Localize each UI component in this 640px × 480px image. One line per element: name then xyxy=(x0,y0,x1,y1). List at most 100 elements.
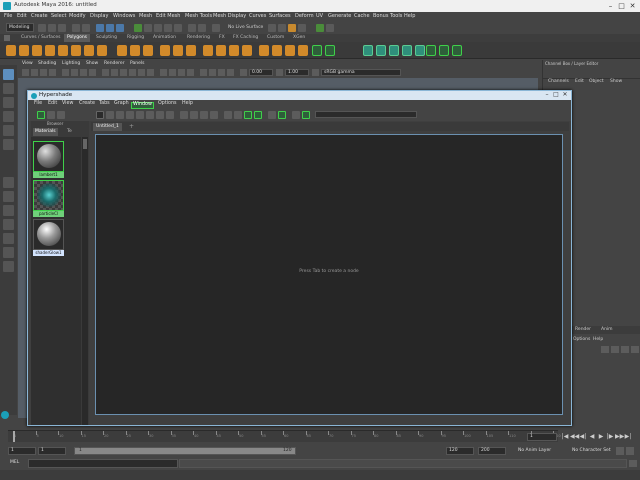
camera-select-icon[interactable] xyxy=(22,69,29,76)
extrude-icon[interactable] xyxy=(216,45,226,56)
script-editor-icon[interactable] xyxy=(629,460,637,467)
tab-curves-surfaces[interactable]: Curves / Surfaces xyxy=(18,34,64,42)
hs-swatch-toggle-icon[interactable] xyxy=(292,111,300,119)
anim-layer-dropdown[interactable]: No Anim Layer xyxy=(518,448,551,454)
hs-snap-grid-icon[interactable] xyxy=(234,111,242,119)
tab-polygons[interactable]: Polygons xyxy=(64,34,91,42)
menu-mesh-tools[interactable]: Mesh Tools xyxy=(185,14,212,19)
viewport-menu-renderer[interactable]: Renderer xyxy=(104,61,125,67)
uv-planar-icon[interactable] xyxy=(363,45,373,56)
shader-glow-swatch[interactable] xyxy=(33,219,64,250)
undo-icon[interactable] xyxy=(72,24,80,32)
insert-edge-loop-icon[interactable] xyxy=(259,45,269,56)
animation-start-field[interactable]: 1 xyxy=(8,447,36,455)
select-tool-icon[interactable] xyxy=(3,69,14,80)
uv-cut-icon[interactable] xyxy=(426,45,436,56)
smooth-icon[interactable] xyxy=(143,45,153,56)
menu-uv[interactable]: UV xyxy=(316,14,323,19)
node-editor-graph[interactable]: Press Tab to create a node xyxy=(95,134,563,415)
tab-fx-caching[interactable]: FX Caching xyxy=(230,34,261,42)
motion-blur-icon[interactable] xyxy=(169,69,176,76)
lights-icon[interactable] xyxy=(138,69,145,76)
rotate-tool-icon[interactable] xyxy=(3,125,14,136)
hs-menu-window[interactable]: Window xyxy=(131,102,154,109)
hs-grid-icon[interactable] xyxy=(224,111,232,119)
go-to-start-button[interactable]: |◀ xyxy=(561,433,569,441)
hs-add-node-icon[interactable] xyxy=(166,111,174,119)
select-object-icon[interactable] xyxy=(106,24,114,32)
four-view-icon[interactable] xyxy=(3,191,14,202)
hs-output-connections-icon[interactable] xyxy=(116,111,124,119)
magnet-icon[interactable] xyxy=(212,24,220,32)
hypershade-close-button[interactable]: ✕ xyxy=(561,91,569,99)
hs-menu-graph[interactable]: Graph xyxy=(114,101,129,107)
select-hierarchy-icon[interactable] xyxy=(96,24,104,32)
maya-home-icon[interactable] xyxy=(1,411,9,419)
playback-start-field[interactable]: 1 xyxy=(38,447,66,455)
shelf-options-icon[interactable] xyxy=(4,35,10,41)
tab-custom[interactable]: Custom xyxy=(264,34,287,42)
poly-torus-icon[interactable] xyxy=(58,45,68,56)
custom-shelf-icon-1[interactable] xyxy=(312,45,322,56)
render-view-icon[interactable] xyxy=(278,24,286,32)
snap-curve-icon[interactable] xyxy=(144,24,152,32)
snap-live-icon[interactable] xyxy=(174,24,182,32)
outliner-layout-icon[interactable] xyxy=(3,247,14,258)
menu-edit-mesh[interactable]: Edit Mesh xyxy=(156,14,180,19)
menu-file[interactable]: File xyxy=(4,14,12,19)
viewport-menu-panels[interactable]: Panels xyxy=(130,61,144,67)
hs-zoom-icon[interactable] xyxy=(268,111,276,119)
tab-channels[interactable]: Channels xyxy=(548,79,569,85)
layer-menu-help[interactable]: Help xyxy=(593,337,603,343)
menu-select[interactable]: Select xyxy=(51,14,66,19)
step-forward-key-button[interactable]: ▶▶ xyxy=(615,433,624,441)
hypershade-title-bar[interactable]: Hypershade – □ ✕ xyxy=(28,91,571,100)
exposure-icon[interactable] xyxy=(240,69,247,76)
uv-editor-icon[interactable] xyxy=(415,45,425,56)
add-tab-icon[interactable]: + xyxy=(129,123,135,130)
persp-graph-icon[interactable] xyxy=(3,219,14,230)
uv-automatic-icon[interactable] xyxy=(402,45,412,56)
boolean-intersection-icon[interactable] xyxy=(186,45,196,56)
poly-cylinder-icon[interactable] xyxy=(32,45,42,56)
play-backward-button[interactable]: ◀ xyxy=(588,433,596,441)
wireframe-icon[interactable] xyxy=(102,69,109,76)
tab-sculpting[interactable]: Sculpting xyxy=(93,34,120,42)
persp-outliner-icon[interactable] xyxy=(3,205,14,216)
viewport-menu-shading[interactable]: Shading xyxy=(38,61,56,67)
hs-full-mode-icon[interactable] xyxy=(200,111,208,119)
hs-menu-file[interactable]: File xyxy=(34,101,42,107)
render-settings-icon[interactable] xyxy=(316,24,324,32)
tab-fx[interactable]: FX xyxy=(216,34,228,42)
gate-mask-icon[interactable] xyxy=(89,69,96,76)
tab-textures[interactable]: Te xyxy=(65,128,74,136)
scale-tool-icon[interactable] xyxy=(3,139,14,150)
new-layer-icon[interactable] xyxy=(621,346,629,353)
resolution-gate-icon[interactable] xyxy=(80,69,87,76)
browser-scrollbar[interactable] xyxy=(82,137,88,425)
hs-frame-selected-icon[interactable] xyxy=(254,111,262,119)
multi-cut-icon[interactable] xyxy=(272,45,282,56)
step-back-frame-button[interactable]: ◀| xyxy=(579,433,587,441)
viewport-menu-show[interactable]: Show xyxy=(86,61,98,67)
select-component-icon[interactable] xyxy=(116,24,124,32)
symmetry-icon[interactable] xyxy=(188,24,196,32)
animation-end-field[interactable]: 200 xyxy=(478,447,506,455)
play-forward-button[interactable]: ▶ xyxy=(597,433,605,441)
hs-rearrange-icon[interactable] xyxy=(146,111,154,119)
open-scene-icon[interactable] xyxy=(48,24,56,32)
hs-menu-options[interactable]: Options xyxy=(158,101,177,107)
hs-graph-materials-icon[interactable] xyxy=(156,111,164,119)
redo-icon[interactable] xyxy=(82,24,90,32)
hs-simple-mode-icon[interactable] xyxy=(180,111,188,119)
bridge-icon[interactable] xyxy=(229,45,239,56)
time-slider[interactable]: 1 5 10 15 20 25 30 35 40 45 50 55 60 65 70 75 80 85 90 95 10… xyxy=(8,430,561,442)
hs-io-connections-icon[interactable] xyxy=(106,111,114,119)
menu-cache[interactable]: Cache xyxy=(354,14,370,19)
tab-untitled-1[interactable]: Untitled_1 xyxy=(93,123,122,131)
mel-label[interactable]: MEL xyxy=(10,460,19,466)
hypershade-minimize-button[interactable]: – xyxy=(543,91,551,99)
uv-spherical-icon[interactable] xyxy=(389,45,399,56)
smooth-shade-icon[interactable] xyxy=(111,69,118,76)
layout-icon[interactable] xyxy=(3,261,14,272)
